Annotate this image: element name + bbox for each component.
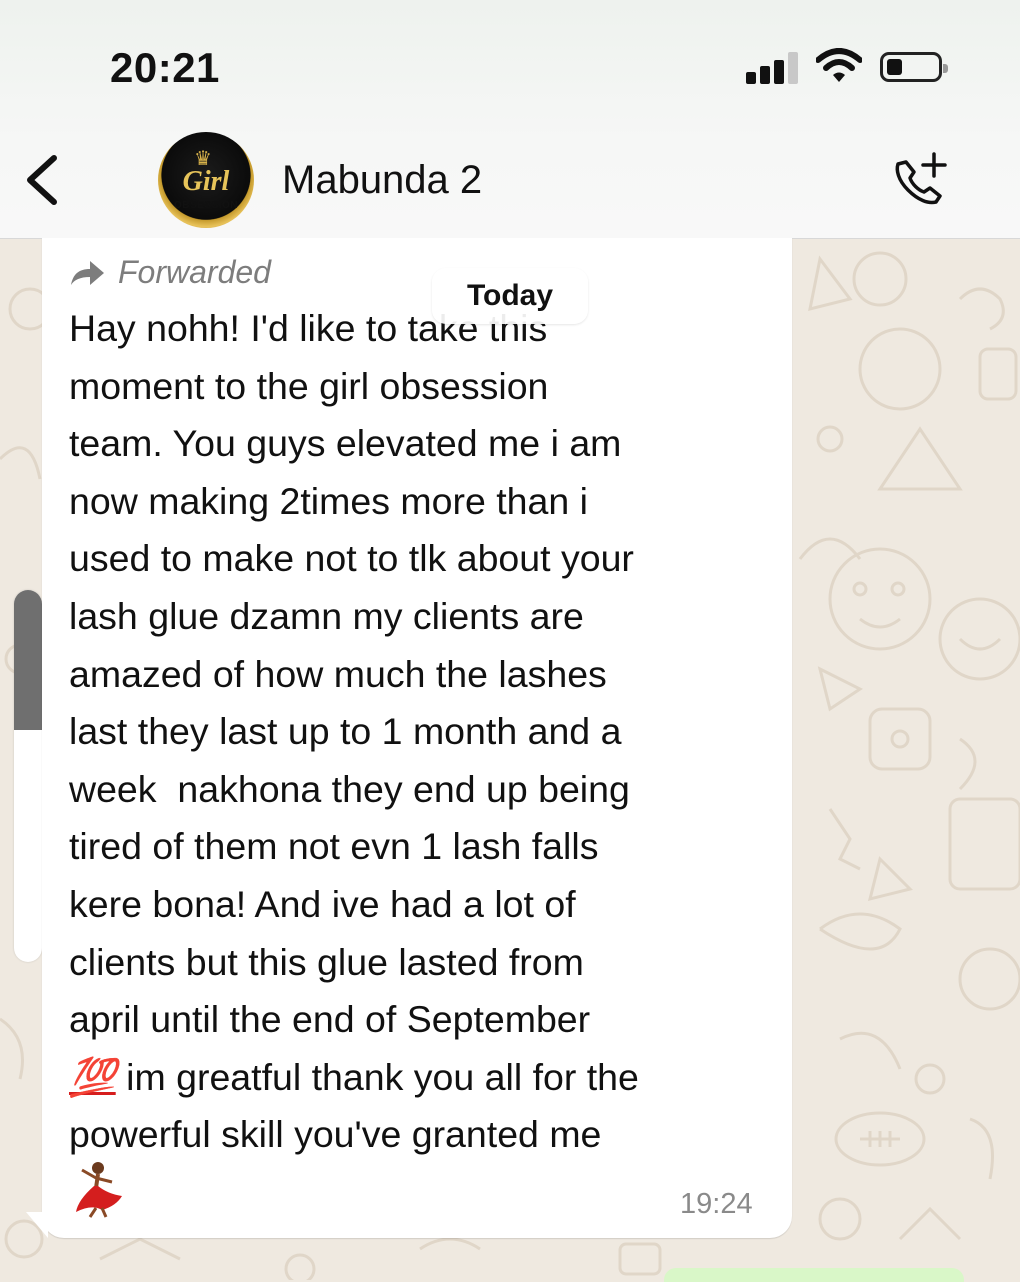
contact-avatar[interactable]: ♛ Girl OBSESSION xyxy=(158,132,254,228)
status-time: 20:21 xyxy=(110,44,220,91)
forward-arrow-icon xyxy=(71,260,104,285)
avatar-brand-text: Girl xyxy=(182,166,230,197)
message-time: 19:24 xyxy=(680,1188,753,1220)
cellular-signal-icon xyxy=(746,52,798,84)
dancing-woman-emoji-icon xyxy=(76,1162,122,1218)
hundred-points-emoji: 💯 xyxy=(69,1055,116,1098)
add-call-icon[interactable] xyxy=(888,150,952,210)
wifi-icon xyxy=(816,48,862,82)
contact-name[interactable]: Mabunda 2 xyxy=(282,158,482,203)
message-text-tail: im greatful thank you all for the powerf… xyxy=(69,1055,639,1156)
message-bubble-tail xyxy=(26,1212,48,1238)
forwarded-label: Forwarded xyxy=(70,254,271,291)
avatar-brand-subtext: OBSESSION xyxy=(174,200,238,211)
back-button[interactable] xyxy=(22,152,62,208)
scroll-indicator[interactable] xyxy=(14,590,42,962)
date-chip: Today xyxy=(432,268,588,324)
forwarded-text: Forwarded xyxy=(118,254,271,290)
top-bar: 20:21 ♛ Girl OBSESSION Mabunda 2 xyxy=(0,0,1020,239)
message-text: Hay nohh! I'd like to take this moment t… xyxy=(69,300,769,1164)
battery-icon xyxy=(880,52,948,82)
scroll-thumb[interactable] xyxy=(14,590,42,730)
message-text-main: Hay nohh! I'd like to take this moment t… xyxy=(69,307,634,1041)
